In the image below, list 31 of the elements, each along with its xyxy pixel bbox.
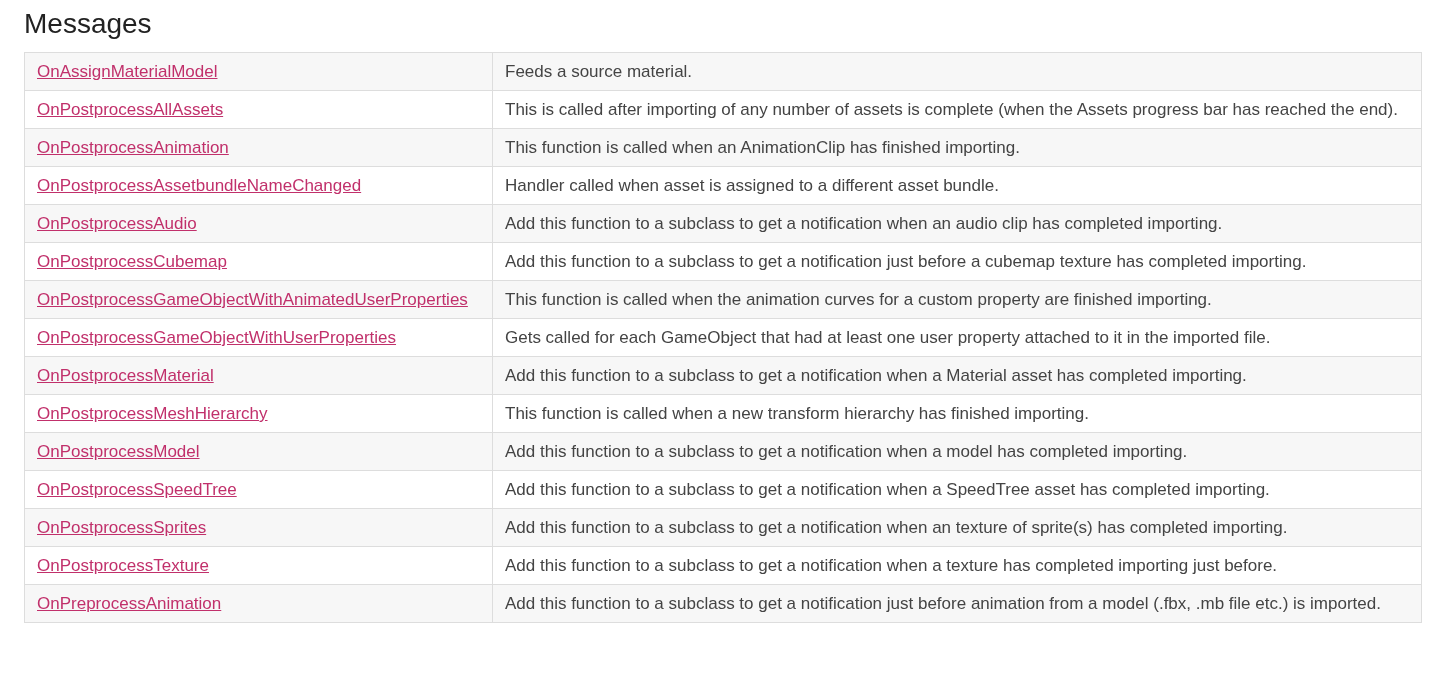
table-cell: This function is called when a new transform hierarchy has finished importing.	[492, 394, 1422, 433]
table-cell: This function is called when the animation curves for a custom property are finished importing.	[492, 280, 1422, 319]
method-link[interactable]: OnPostprocessTexture	[37, 556, 209, 575]
method-link[interactable]: OnPostprocessSpeedTree	[37, 480, 237, 499]
method-link[interactable]: OnPostprocessModel	[37, 442, 200, 461]
method-link[interactable]: OnPostprocessCubemap	[37, 252, 227, 271]
method-link[interactable]: OnAssignMaterialModel	[37, 62, 218, 81]
method-link[interactable]: OnPreprocessAnimation	[37, 594, 222, 613]
method-link[interactable]: OnPostprocessGameObjectWithUserProperties	[37, 328, 397, 347]
method-link[interactable]: OnPostprocessAnimation	[37, 138, 229, 157]
table-cell: Handler called when asset is assigned to a different asset bundle.	[492, 166, 1422, 205]
table-cell: This is called after importing of any number of assets is complete (when the Assets progress bar has reached the end).	[492, 90, 1422, 129]
table-cell: Add this function to a subclass to get a notification when a model has completed importing.	[492, 432, 1422, 471]
table-cell: Add this function to a subclass to get a notification when a SpeedTree asset has completed importing.	[492, 470, 1422, 509]
section-heading: Messages	[24, 7, 153, 41]
method-link[interactable]: OnPostprocessMeshHierarchy	[37, 404, 268, 423]
table-cell: Add this function to a subclass to get a notification when a texture has completed importing just before.	[492, 546, 1422, 585]
table-cell: Add this function to a subclass to get a notification when a Material asset has completed importing.	[492, 356, 1422, 395]
table-cell: Add this function to a subclass to get a notification when an texture of sprite(s) has completed importing.	[492, 508, 1422, 547]
table-cell: Feeds a source material.	[492, 52, 1422, 91]
method-link[interactable]: OnPostprocessSprites	[37, 518, 207, 537]
table-cell: This function is called when an AnimationClip has finished importing.	[492, 128, 1422, 167]
table-cell: Add this function to a subclass to get a notification when an audio clip has completed importing.	[492, 204, 1422, 243]
method-link[interactable]: OnPostprocessAssetbundleNameChanged	[37, 176, 362, 195]
method-link[interactable]: OnPostprocessGameObjectWithAnimatedUserProperties	[37, 290, 468, 309]
table-cell: Gets called for each GameObject that had at least one user property attached to it in the imported file.	[492, 318, 1422, 357]
table-cell: Add this function to a subclass to get a notification just before a cubemap texture has completed importing.	[492, 242, 1422, 281]
method-link[interactable]: OnPostprocessAllAssets	[37, 100, 224, 119]
method-link[interactable]: OnPostprocessAudio	[37, 214, 197, 233]
table-cell: Add this function to a subclass to get a notification just before animation from a model (.fbx, .mb file etc.) is imported.	[492, 584, 1422, 623]
method-link[interactable]: OnPostprocessMaterial	[37, 366, 214, 385]
